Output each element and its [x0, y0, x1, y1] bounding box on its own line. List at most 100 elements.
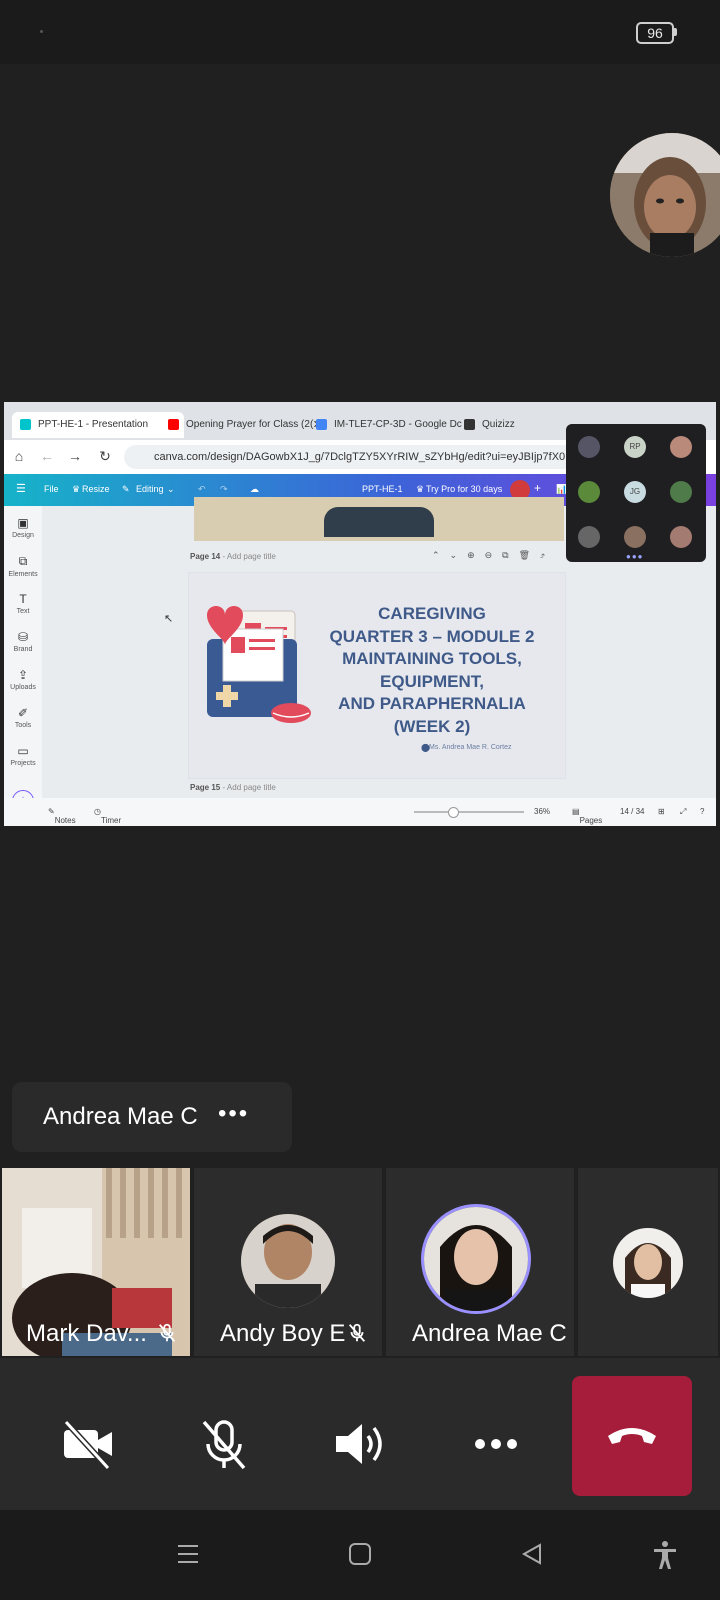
participants-overlay[interactable]: RP JG ●●● [566, 424, 706, 562]
participant-name: Mark Dav... [26, 1320, 147, 1347]
rail-text[interactable]: T Text [4, 592, 42, 615]
tools-icon: ✐ [17, 706, 29, 720]
rail-design[interactable]: ▣ Design [4, 516, 42, 539]
self-view-video[interactable] [610, 133, 720, 257]
recent-apps-icon[interactable] [176, 1542, 200, 1566]
cloud-icon: ☁ [250, 484, 259, 494]
rail-elements[interactable]: ⧉ Elements [4, 554, 42, 578]
mic-off-icon [158, 1323, 176, 1342]
participant-name: Andy Boy E [220, 1320, 346, 1347]
mic-off-icon[interactable] [196, 1416, 252, 1472]
resize-button[interactable]: Resize [82, 484, 110, 494]
canva-icon [20, 419, 31, 430]
browser-tab-2[interactable]: Opening Prayer for Class (2( ✕ [160, 412, 328, 438]
participant-name: Andrea Mae C [412, 1320, 567, 1347]
editing-button[interactable]: Editing [136, 484, 164, 494]
browser-tab-1[interactable]: PPT-HE-1 - Presentation ✕ [12, 412, 184, 438]
participant-tile[interactable]: Mark Dav... [2, 1168, 190, 1356]
active-speaker-chip[interactable]: Andrea Mae C ••• [12, 1082, 292, 1152]
timer-label: Timer [100, 816, 122, 825]
participant-tile[interactable] [578, 1168, 718, 1356]
rail-label: Text [16, 608, 30, 615]
menu-icon[interactable]: ☰ [16, 482, 26, 495]
avatar [613, 1228, 683, 1298]
notes-button[interactable]: ✎ Notes [48, 807, 76, 825]
canva-bottom-bar: ✎ Notes ◷ Timer 36% ▤ Pages 14 / 34 ⊞ ⤢ … [4, 798, 716, 826]
zoom-slider-handle[interactable] [448, 807, 459, 818]
speaker-name: Andrea Mae C [43, 1103, 198, 1130]
page-actions[interactable]: ⌃⌄⊕⊖⧉🗑⤴ [432, 550, 555, 561]
back-button-icon[interactable] [520, 1542, 544, 1566]
back-icon[interactable]: ← [38, 448, 56, 464]
notes-label: Notes [54, 816, 76, 825]
slide-title-line: EQUIPMENT, [380, 671, 484, 691]
call-controls [0, 1358, 720, 1510]
upload-icon: ⇪ [17, 668, 29, 682]
redo-icon[interactable]: ↷ [220, 484, 228, 495]
undo-icon[interactable]: ↶ [198, 484, 206, 495]
zoom-level[interactable]: 36% [534, 807, 550, 816]
slide-author: Ms. Andrea Mae R. Cortez [429, 744, 512, 751]
speaker-icon[interactable] [332, 1416, 388, 1472]
browser-tab-3[interactable]: IM-TLE7-CP-3D - Google Dc ✕ [308, 412, 480, 438]
forward-icon[interactable]: → [66, 448, 84, 464]
camera-off-icon[interactable] [60, 1416, 116, 1472]
fullscreen-icon[interactable]: ⤢ [680, 807, 686, 817]
slide-title-line: (WEEK 2) [393, 716, 471, 736]
avatar [670, 526, 692, 548]
page-counter: 14 / 34 [620, 807, 645, 816]
rail-brand[interactable]: ⛁ Brand [4, 630, 42, 653]
avatar [670, 436, 692, 458]
rail-tools[interactable]: ✐ Tools [4, 706, 42, 729]
crown-icon: ♛ [416, 484, 425, 494]
page-15-label: Page 15 - Add page title [190, 783, 276, 792]
pager-dots: ●●● [626, 552, 644, 561]
system-nav-bar [0, 1510, 720, 1600]
rail-label: Elements [8, 571, 38, 578]
rail-uploads[interactable]: ⇪ Uploads [4, 668, 42, 691]
accessibility-icon[interactable] [652, 1540, 678, 1570]
home-icon[interactable]: ⌂ [10, 448, 28, 464]
try-pro-button[interactable]: Try Pro for 30 days [426, 484, 502, 494]
avatar-image [424, 1207, 528, 1311]
status-bar: 96 [0, 0, 720, 64]
url-field[interactable]: canva.com/design/DAGowbX1J_g/7DclgTZY5XY… [124, 445, 594, 469]
pages-button[interactable]: ▤ Pages [572, 807, 602, 825]
left-rail: ▣ Design ⧉ Elements T Text ⛁ Brand ⇪ Uploads … [4, 506, 42, 826]
avatar [421, 1204, 531, 1314]
end-call-button[interactable] [572, 1376, 692, 1496]
zoom-slider[interactable] [414, 811, 524, 813]
doc-title[interactable]: PPT-HE-1 [362, 484, 403, 494]
rail-projects[interactable]: ▭ Projects [4, 744, 42, 767]
more-options-button[interactable]: ••• [218, 1100, 249, 1128]
elements-icon: ⧉ [18, 554, 28, 568]
pencil-icon: ✎ [122, 484, 130, 494]
previous-slide-thumbnail[interactable] [194, 497, 564, 541]
grid-view-icon[interactable]: ⊞ [658, 807, 665, 816]
shared-screen[interactable]: PPT-HE-1 - Presentation ✕ Opening Prayer… [4, 402, 716, 826]
avatar [670, 481, 692, 503]
browser-tab-4[interactable]: Quizizz [456, 412, 572, 438]
avatar-image [241, 1214, 335, 1308]
folder-icon: ▭ [17, 744, 29, 758]
timer-button[interactable]: ◷ Timer [94, 807, 121, 825]
slide-title-line: CAREGIVING [378, 604, 486, 623]
tab-label: Quizizz [482, 419, 515, 430]
file-menu[interactable]: File [44, 484, 59, 494]
hang-up-icon [608, 1428, 656, 1444]
reload-icon[interactable]: ↻ [96, 448, 114, 465]
rail-label: Projects [10, 760, 36, 767]
home-button-icon[interactable] [348, 1542, 372, 1566]
avatar: RP [624, 436, 646, 458]
help-icon[interactable]: ? [700, 807, 704, 816]
slide-title-line: AND PARAPHERNALIA [338, 694, 526, 714]
more-icon[interactable] [468, 1416, 524, 1472]
design-icon: ▣ [17, 516, 29, 530]
participant-tile-speaking[interactable]: Andrea Mae C [386, 1168, 574, 1356]
avatar [624, 526, 646, 548]
add-icon[interactable]: + [534, 481, 541, 495]
google-docs-icon [316, 419, 327, 430]
avatar [241, 1214, 335, 1308]
slide-14[interactable]: CAREGIVING QUARTER 3 – MODULE 2 MAINTAIN… [188, 572, 566, 779]
participant-tile[interactable]: Andy Boy E [194, 1168, 382, 1356]
